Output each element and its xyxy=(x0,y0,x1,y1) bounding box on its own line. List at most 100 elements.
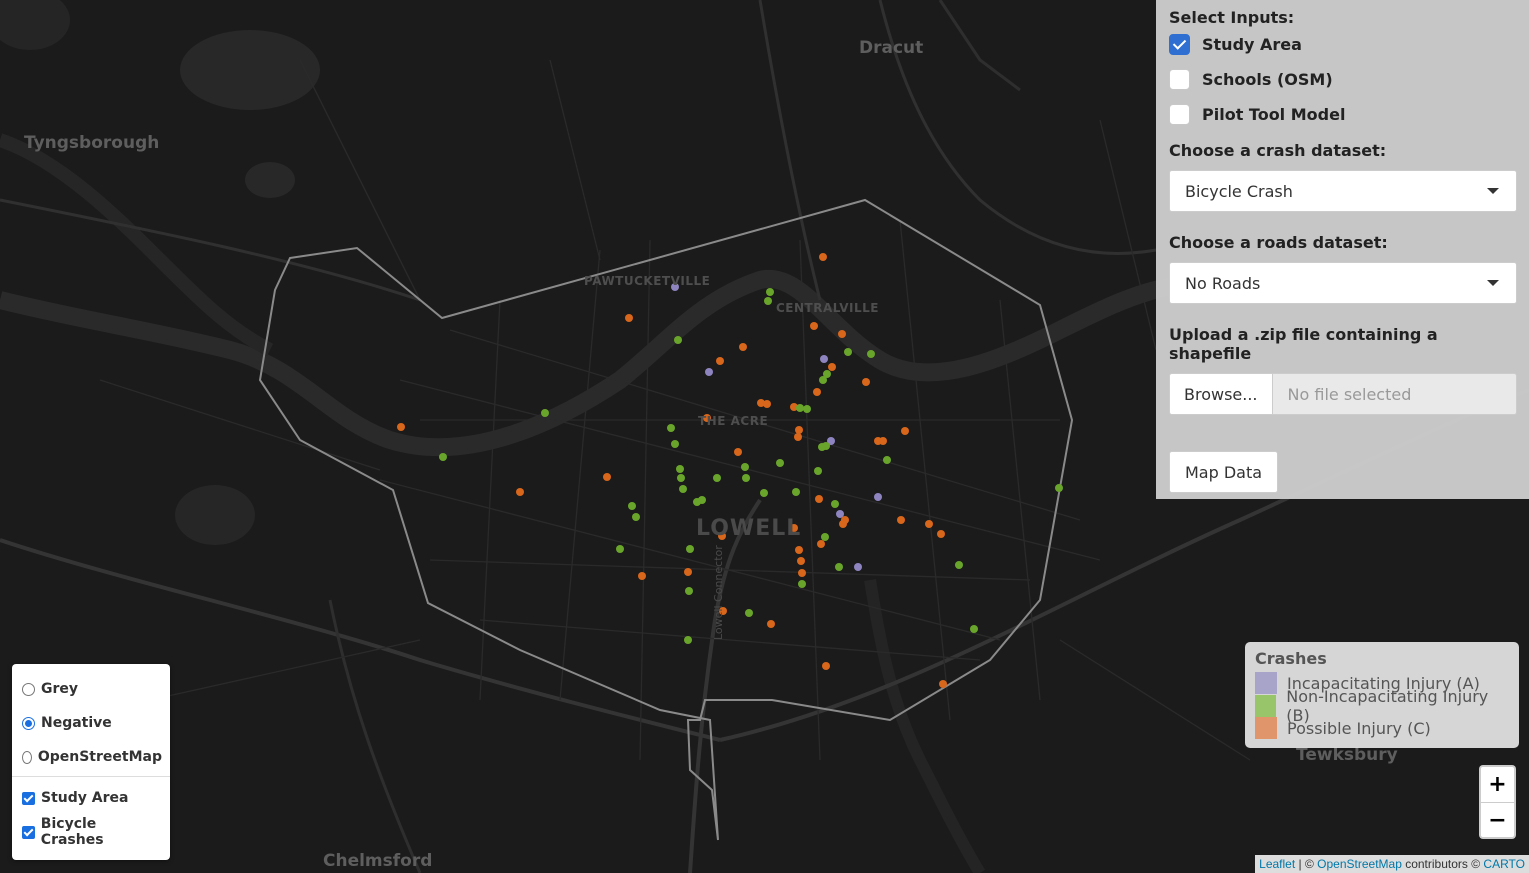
crash-point-non-incapacitating[interactable] xyxy=(674,336,682,344)
crash-point-possible[interactable] xyxy=(716,357,724,365)
crash-point-incapacitating[interactable] xyxy=(820,355,828,363)
crash-point-non-incapacitating[interactable] xyxy=(632,513,640,521)
crash-point-possible[interactable] xyxy=(925,520,933,528)
leaflet-link[interactable]: Leaflet xyxy=(1259,857,1295,871)
browse-button[interactable]: Browse... xyxy=(1169,373,1273,415)
crash-point-possible[interactable] xyxy=(828,363,836,371)
zoom-out-button[interactable]: − xyxy=(1481,803,1514,837)
crash-point-incapacitating[interactable] xyxy=(705,368,713,376)
crash-point-possible[interactable] xyxy=(817,540,825,548)
crash-point-non-incapacitating[interactable] xyxy=(819,376,827,384)
crash-point-non-incapacitating[interactable] xyxy=(883,456,891,464)
crash-point-incapacitating[interactable] xyxy=(874,493,882,501)
study-area-checkbox[interactable] xyxy=(1169,34,1190,55)
crash-point-non-incapacitating[interactable] xyxy=(798,580,806,588)
crash-point-possible[interactable] xyxy=(516,488,524,496)
crash-point-non-incapacitating[interactable] xyxy=(741,463,749,471)
crash-point-possible[interactable] xyxy=(397,423,405,431)
crash-point-possible[interactable] xyxy=(798,569,806,577)
crash-point-non-incapacitating[interactable] xyxy=(766,288,774,296)
crash-point-possible[interactable] xyxy=(937,530,945,538)
input-study-area[interactable]: Study Area xyxy=(1169,27,1517,62)
crash-point-possible[interactable] xyxy=(795,546,803,554)
crash-point-non-incapacitating[interactable] xyxy=(760,489,768,497)
crash-point-possible[interactable] xyxy=(767,620,775,628)
crash-point-non-incapacitating[interactable] xyxy=(686,545,694,553)
overlay-study-area[interactable]: Study Area xyxy=(20,781,162,815)
crash-point-non-incapacitating[interactable] xyxy=(628,502,636,510)
crash-point-non-incapacitating[interactable] xyxy=(742,474,750,482)
crash-point-non-incapacitating[interactable] xyxy=(821,533,829,541)
crash-point-incapacitating[interactable] xyxy=(854,563,862,571)
crash-point-possible[interactable] xyxy=(797,557,805,565)
crash-point-possible[interactable] xyxy=(625,314,633,322)
crash-point-non-incapacitating[interactable] xyxy=(671,440,679,448)
crash-point-possible[interactable] xyxy=(795,426,803,434)
crash-point-possible[interactable] xyxy=(822,662,830,670)
crash-dataset-select[interactable]: Bicycle Crash xyxy=(1169,170,1517,212)
crash-point-possible[interactable] xyxy=(603,473,611,481)
crash-point-non-incapacitating[interactable] xyxy=(679,485,687,493)
crash-point-non-incapacitating[interactable] xyxy=(970,625,978,633)
crash-point-non-incapacitating[interactable] xyxy=(867,350,875,358)
crash-point-non-incapacitating[interactable] xyxy=(831,500,839,508)
crash-point-non-incapacitating[interactable] xyxy=(745,609,753,617)
crash-point-non-incapacitating[interactable] xyxy=(541,409,549,417)
crash-point-non-incapacitating[interactable] xyxy=(616,545,624,553)
crash-point-non-incapacitating[interactable] xyxy=(803,405,811,413)
basemap-option-openstreetmap[interactable]: OpenStreetMap xyxy=(20,740,162,774)
schools-osm-checkbox[interactable] xyxy=(1169,69,1190,90)
openstreetmap-radio[interactable] xyxy=(22,750,32,764)
carto-link[interactable]: CARTO xyxy=(1483,857,1525,871)
crash-point-non-incapacitating[interactable] xyxy=(684,636,692,644)
crash-point-possible[interactable] xyxy=(810,322,818,330)
crash-point-non-incapacitating[interactable] xyxy=(776,459,784,467)
bicycle-crashes-overlay-checkbox[interactable] xyxy=(22,825,35,839)
crash-point-non-incapacitating[interactable] xyxy=(764,297,772,305)
input-schools-osm[interactable]: Schools (OSM) xyxy=(1169,62,1517,97)
crash-point-non-incapacitating[interactable] xyxy=(685,587,693,595)
crash-point-non-incapacitating[interactable] xyxy=(818,443,826,451)
crash-point-possible[interactable] xyxy=(815,495,823,503)
crash-point-possible[interactable] xyxy=(819,253,827,261)
crash-point-non-incapacitating[interactable] xyxy=(844,348,852,356)
crash-point-possible[interactable] xyxy=(862,378,870,386)
crash-point-possible[interactable] xyxy=(734,448,742,456)
crash-point-possible[interactable] xyxy=(763,400,771,408)
crash-point-non-incapacitating[interactable] xyxy=(693,498,701,506)
crash-point-possible[interactable] xyxy=(794,433,802,441)
crash-point-possible[interactable] xyxy=(839,520,847,528)
crash-point-non-incapacitating[interactable] xyxy=(814,467,822,475)
crash-point-possible[interactable] xyxy=(901,427,909,435)
crash-point-non-incapacitating[interactable] xyxy=(677,474,685,482)
crash-point-non-incapacitating[interactable] xyxy=(676,465,684,473)
basemap-option-negative[interactable]: Negative xyxy=(20,706,162,740)
study-area-overlay-checkbox[interactable] xyxy=(22,791,35,805)
crash-point-possible[interactable] xyxy=(813,388,821,396)
grey-radio[interactable] xyxy=(22,682,35,696)
overlay-bicycle-crashes[interactable]: Bicycle Crashes xyxy=(20,815,162,849)
crash-point-non-incapacitating[interactable] xyxy=(835,563,843,571)
map-data-button[interactable]: Map Data xyxy=(1169,451,1279,493)
crash-point-possible[interactable] xyxy=(838,330,846,338)
file-name-field[interactable]: No file selected xyxy=(1272,373,1517,415)
basemap-option-grey[interactable]: Grey xyxy=(20,672,162,706)
crash-point-possible[interactable] xyxy=(684,568,692,576)
crash-point-non-incapacitating[interactable] xyxy=(713,474,721,482)
osm-link[interactable]: OpenStreetMap xyxy=(1317,857,1402,871)
crash-point-non-incapacitating[interactable] xyxy=(439,453,447,461)
crash-point-possible[interactable] xyxy=(897,516,905,524)
crash-point-possible[interactable] xyxy=(638,572,646,580)
roads-dataset-select[interactable]: No Roads xyxy=(1169,262,1517,304)
input-pilot-tool-model[interactable]: Pilot Tool Model xyxy=(1169,97,1517,132)
negative-radio[interactable] xyxy=(22,716,35,730)
crash-point-possible[interactable] xyxy=(939,680,947,688)
pilot-tool-model-checkbox[interactable] xyxy=(1169,104,1190,125)
crash-point-possible[interactable] xyxy=(739,343,747,351)
crash-point-non-incapacitating[interactable] xyxy=(792,488,800,496)
crash-point-non-incapacitating[interactable] xyxy=(796,404,804,412)
crash-point-non-incapacitating[interactable] xyxy=(667,424,675,432)
zoom-in-button[interactable]: + xyxy=(1481,767,1514,803)
crash-point-possible[interactable] xyxy=(879,437,887,445)
crash-point-non-incapacitating[interactable] xyxy=(1055,484,1063,492)
